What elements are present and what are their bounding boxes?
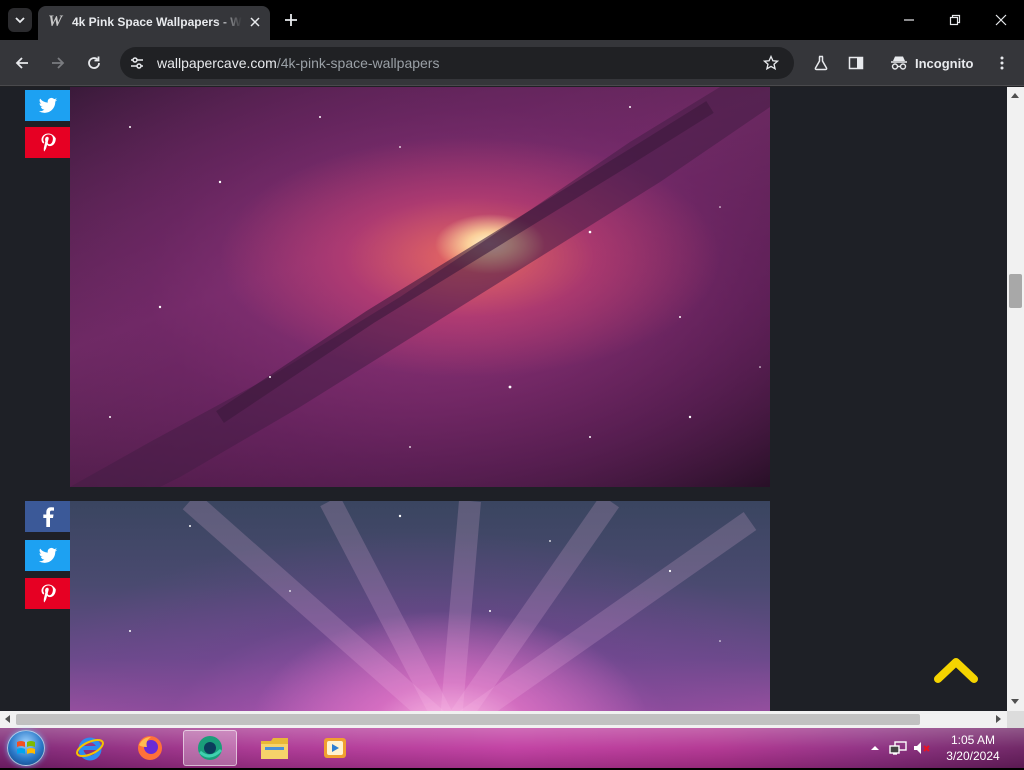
scroll-right-arrow-icon[interactable] <box>996 715 1001 723</box>
wallpaper-image-aurora[interactable] <box>70 501 770 711</box>
start-button[interactable] <box>7 730 45 766</box>
pinterest-share-button[interactable] <box>25 127 70 158</box>
side-panel-button[interactable] <box>844 51 868 75</box>
pinterest-share-button[interactable] <box>25 578 70 609</box>
scroll-down-arrow-icon[interactable] <box>1011 699 1019 704</box>
chevron-up-icon <box>871 746 879 750</box>
taskbar-internet-explorer[interactable] <box>63 730 117 766</box>
scrollbar-corner <box>1007 711 1024 728</box>
windows-logo-icon <box>17 741 35 754</box>
flask-icon <box>814 55 828 71</box>
more-vert-icon <box>1000 56 1004 70</box>
tune-icon <box>131 57 143 69</box>
show-hidden-icons-button[interactable] <box>868 728 882 768</box>
wallpapercave-favicon-icon: W <box>48 13 63 30</box>
galaxy-dust-lane <box>70 87 770 487</box>
bookmark-button[interactable] <box>762 54 780 72</box>
page-content <box>0 87 1007 711</box>
incognito-label: Incognito <box>915 55 974 71</box>
reload-button[interactable] <box>82 51 106 75</box>
facebook-share-button[interactable] <box>25 501 70 532</box>
address-bar[interactable]: wallpapercave.com/4k-pink-space-wallpape… <box>120 47 794 79</box>
clock-date: 3/20/2024 <box>946 749 1000 763</box>
network-icon <box>889 741 907 755</box>
browser-menu-button[interactable] <box>990 51 1014 75</box>
tab-title: 4k Pink Space Wallpapers - WallpaperCave <box>72 15 242 29</box>
star-icon <box>763 55 779 71</box>
scroll-to-top-button[interactable] <box>932 651 980 687</box>
taskbar: 1:05 AM 3/20/2024 <box>0 728 1024 768</box>
side-panel-icon <box>848 56 864 70</box>
minimize-icon <box>904 19 914 21</box>
chevron-down-icon <box>15 17 25 24</box>
reload-icon <box>88 56 100 69</box>
back-button[interactable] <box>10 51 34 75</box>
toolbar: wallpapercave.com/4k-pink-space-wallpape… <box>0 40 1024 86</box>
horizontal-scrollbar-thumb[interactable] <box>16 714 920 725</box>
browser-app-icon <box>198 736 223 760</box>
wallpaper-image-galaxy[interactable] <box>70 87 770 487</box>
incognito-indicator[interactable]: Incognito <box>890 53 974 73</box>
twitter-share-button[interactable] <box>25 540 70 571</box>
media-player-icon <box>324 738 346 758</box>
system-clock[interactable]: 1:05 AM 3/20/2024 <box>932 732 1014 764</box>
taskbar-file-explorer[interactable] <box>248 730 302 766</box>
internet-explorer-icon <box>76 737 104 761</box>
horizontal-scrollbar[interactable] <box>0 711 1007 728</box>
aurora-rays <box>129 501 757 711</box>
new-tab-button[interactable] <box>280 9 302 31</box>
close-icon <box>250 17 260 27</box>
labs-button[interactable] <box>809 51 833 75</box>
scroll-left-arrow-icon[interactable] <box>5 715 10 723</box>
site-info-button[interactable] <box>128 54 146 72</box>
tab-active[interactable]: W 4k Pink Space Wallpapers - WallpaperCa… <box>38 6 270 40</box>
network-tray-icon-button[interactable] <box>888 728 908 768</box>
url-text: wallpapercave.com/4k-pink-space-wallpape… <box>157 55 439 71</box>
tab-close-button[interactable] <box>246 13 264 31</box>
firefox-icon <box>138 736 162 760</box>
forward-button[interactable] <box>46 51 70 75</box>
twitter-icon <box>38 97 57 113</box>
plus-icon <box>285 14 297 26</box>
minimize-button[interactable] <box>886 0 932 40</box>
folder-icon <box>261 738 288 759</box>
url-path: /4k-pink-space-wallpapers <box>276 55 440 71</box>
twitter-share-button[interactable] <box>25 90 70 121</box>
pinterest-icon <box>41 584 56 602</box>
tab-search-button[interactable] <box>8 8 32 32</box>
url-domain: wallpapercave.com <box>157 55 277 71</box>
arrow-right-icon <box>52 57 65 69</box>
pinterest-icon <box>41 133 56 151</box>
facebook-icon <box>42 506 54 527</box>
taskbar-firefox[interactable] <box>123 730 177 766</box>
arrow-left-icon <box>15 57 28 69</box>
tab-strip: W 4k Pink Space Wallpapers - WallpaperCa… <box>0 0 1024 40</box>
browser-window: W 4k Pink Space Wallpapers - WallpaperCa… <box>0 0 1024 728</box>
restore-button[interactable] <box>932 0 978 40</box>
close-window-button[interactable] <box>978 0 1024 40</box>
vertical-scrollbar[interactable] <box>1007 87 1024 711</box>
restore-icon <box>949 14 961 26</box>
taskbar-media-player[interactable] <box>308 730 362 766</box>
scroll-up-arrow-icon[interactable] <box>1011 93 1019 98</box>
close-icon <box>995 14 1007 26</box>
incognito-icon <box>891 56 907 70</box>
taskbar-chrome-active[interactable] <box>183 730 237 766</box>
clock-time: 1:05 AM <box>950 733 996 747</box>
volume-muted-icon <box>914 742 930 754</box>
chevron-up-icon <box>934 658 978 683</box>
vertical-scrollbar-thumb[interactable] <box>1009 274 1022 308</box>
volume-muted-button[interactable] <box>912 728 932 768</box>
twitter-icon <box>38 547 57 563</box>
